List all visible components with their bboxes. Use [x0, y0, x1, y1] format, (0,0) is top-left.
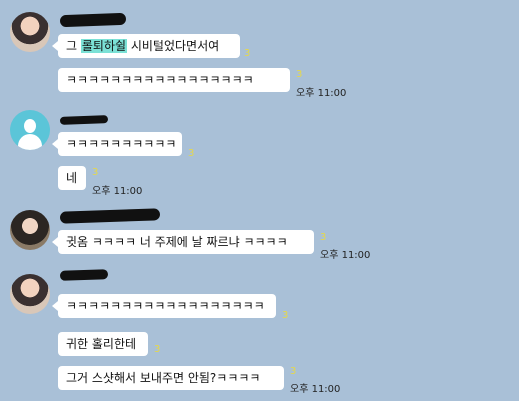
chat-bubble[interactable]: 네	[58, 166, 86, 190]
unread-count: 3	[282, 310, 289, 321]
unread-count: 3	[320, 232, 327, 243]
chat-bubble[interactable]: ㅋㅋㅋㅋㅋㅋㅋㅋㅋㅋ	[52, 132, 182, 156]
sender-name-redacted	[59, 12, 127, 28]
message-text: 시비털었다면서여	[127, 39, 220, 53]
unread-count: 3	[154, 344, 161, 355]
sender-name-redacted	[59, 208, 161, 224]
message-time: 오후 11:00	[296, 88, 347, 99]
unread-count: 3	[290, 366, 297, 377]
sender-name-redacted	[59, 269, 109, 281]
chat-bubble[interactable]: 귓옴 ㅋㅋㅋㅋ 너 주제에 날 짜르냐 ㅋㅋㅋㅋ	[52, 230, 314, 254]
message-text: 그	[66, 39, 81, 53]
unread-count: 3	[296, 69, 303, 80]
chat-bubble[interactable]: 그 롤퇴하쉴 시비털었다면서여	[52, 34, 240, 58]
default-avatar-icon[interactable]	[10, 110, 50, 150]
chat-bubble[interactable]: 귀한 홀리한테	[58, 332, 148, 356]
sender-name-redacted	[59, 115, 109, 125]
unread-count: 3	[244, 48, 251, 59]
sender-avatar[interactable]	[10, 274, 50, 314]
message-time: 오후 11:00	[320, 250, 371, 261]
sender-avatar[interactable]	[10, 210, 50, 250]
chat-bubble[interactable]: 그거 스샷해서 보내주면 안됨?ㅋㅋㅋㅋ	[58, 366, 284, 390]
highlighted-text: 롤퇴하쉴	[80, 39, 128, 53]
chat-bubble[interactable]: ㅋㅋㅋㅋㅋㅋㅋㅋㅋㅋㅋㅋㅋㅋㅋㅋㅋ	[58, 68, 290, 92]
message-time: 오후 11:00	[290, 384, 341, 395]
unread-count: 3	[188, 148, 195, 159]
message-time: 오후 11:00	[92, 186, 143, 197]
sender-avatar[interactable]	[10, 12, 50, 52]
chat-bubble[interactable]: ㅋㅋㅋㅋㅋㅋㅋㅋㅋㅋㅋㅋㅋㅋㅋㅋㅋㅋ	[52, 294, 276, 318]
unread-count: 3	[92, 167, 99, 178]
